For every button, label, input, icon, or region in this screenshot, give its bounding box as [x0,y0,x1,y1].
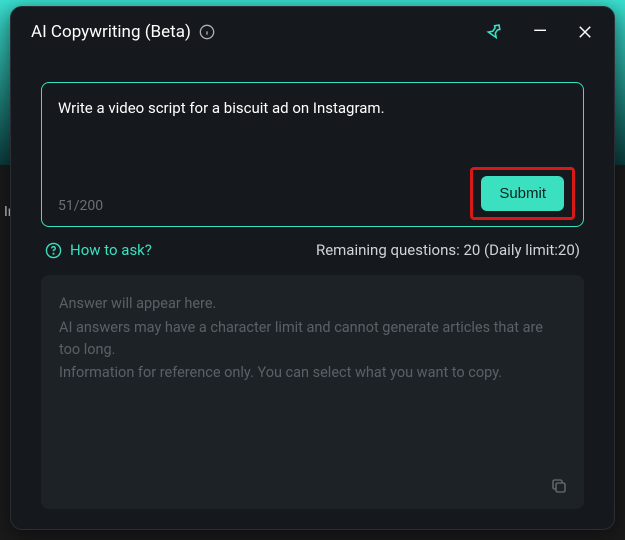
info-icon[interactable] [199,24,215,40]
submit-highlight: Submit [470,167,575,220]
answer-output-box: Answer will appear here. AI answers may … [41,275,584,509]
prompt-text[interactable]: Write a video script for a biscuit ad on… [58,99,567,143]
char-count: 51/200 [58,198,103,214]
ai-copywriting-modal: AI Copywriting (Beta) — Write a video sc… [10,6,615,530]
minimize-button[interactable]: — [530,21,550,42]
submit-button[interactable]: Submit [481,176,564,211]
pin-icon[interactable] [485,22,504,41]
modal-content: Write a video script for a biscuit ad on… [11,52,614,529]
question-icon [45,242,62,259]
meta-row: How to ask? Remaining questions: 20 (Dai… [41,241,584,259]
copy-icon[interactable] [550,477,568,495]
modal-header: AI Copywriting (Beta) — [11,7,614,52]
how-to-ask-link[interactable]: How to ask? [45,241,152,259]
how-to-ask-label: How to ask? [70,241,152,259]
answer-placeholder-line: AI answers may have a character limit an… [59,317,566,361]
modal-title: AI Copywriting (Beta) [31,22,191,42]
answer-placeholder-line: Answer will appear here. [59,293,566,315]
answer-placeholder-line: Information for reference only. You can … [59,362,566,384]
prompt-input-box[interactable]: Write a video script for a biscuit ad on… [41,82,584,227]
close-button[interactable] [576,23,594,41]
remaining-questions: Remaining questions: 20 (Daily limit:20) [316,241,580,259]
